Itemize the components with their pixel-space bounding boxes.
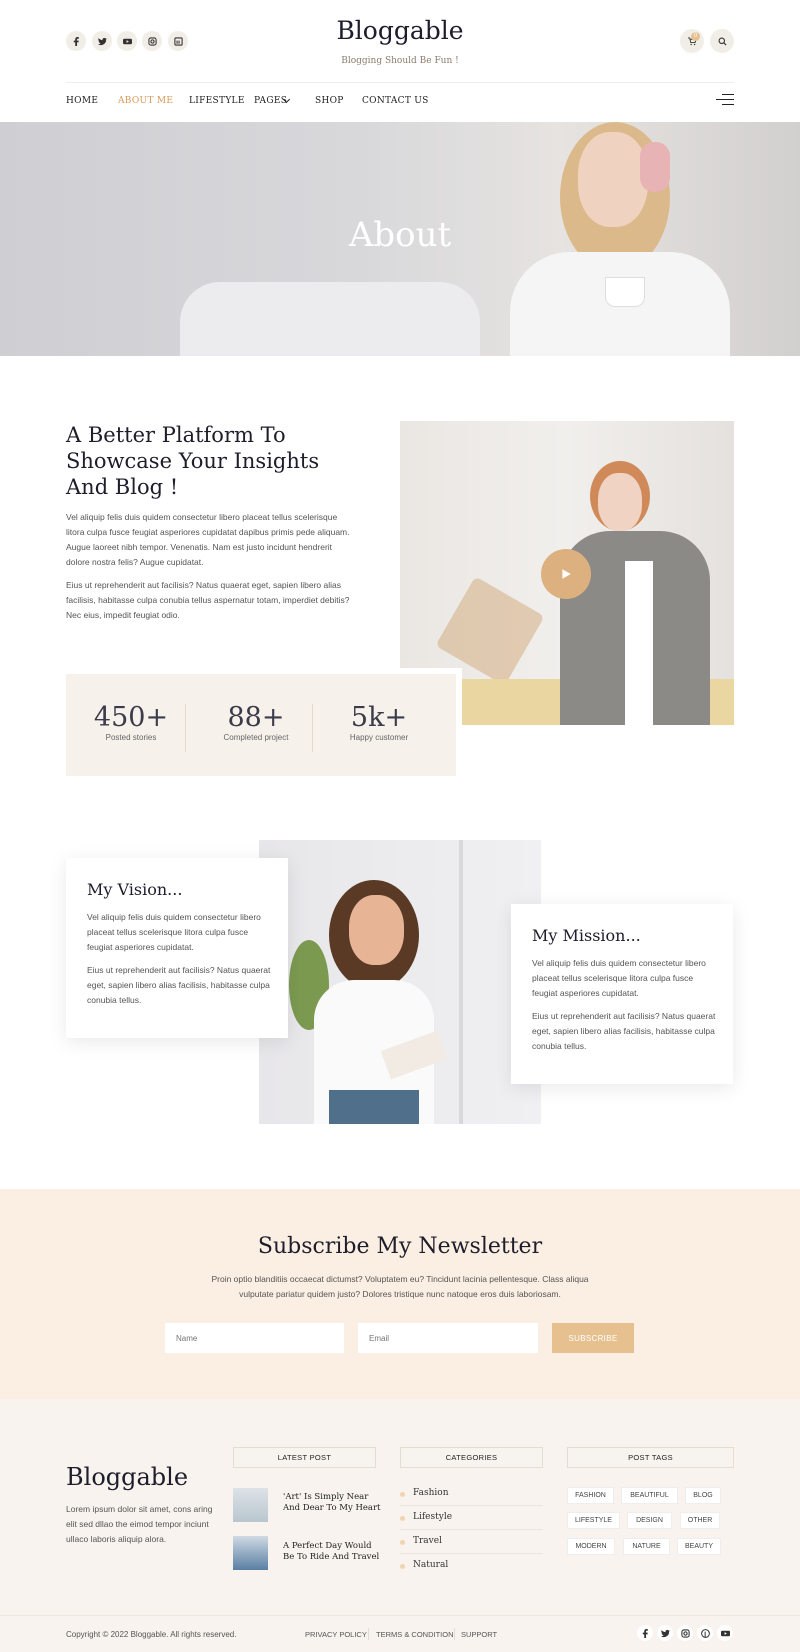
- vision-card: My Vision... Vel aliquip felis duis quid…: [66, 858, 288, 1038]
- footer-link-privacy[interactable]: PRIVACY POLICY: [305, 1630, 367, 1639]
- category-fashion[interactable]: Fashion: [413, 1488, 449, 1498]
- tag-modern[interactable]: MODERN: [567, 1538, 615, 1555]
- stat-happy-customer: 5k+ Happy customer: [324, 702, 434, 742]
- nav-contact-us[interactable]: CONTACT US: [362, 96, 429, 106]
- intro-heading: A Better Platform To Showcase Your Insig…: [66, 423, 320, 499]
- post-title[interactable]: A Perfect Day Would Be To Ride And Trave…: [283, 1541, 383, 1563]
- post-title[interactable]: 'Art' Is Simply Near And Dear To My Hear…: [283, 1492, 383, 1514]
- mission-paragraph-1: Vel aliquip felis duis quidem consectetu…: [532, 958, 706, 998]
- twitter-icon[interactable]: [657, 1625, 673, 1641]
- post-thumbnail[interactable]: [233, 1536, 268, 1570]
- category-divider: [400, 1505, 543, 1506]
- twitter-icon[interactable]: [92, 31, 112, 51]
- post-thumbnail[interactable]: [233, 1488, 268, 1522]
- newsletter-section: Subscribe My Newsletter Proin optio blan…: [0, 1189, 800, 1399]
- vision-title: My Vision...: [87, 880, 183, 899]
- nav-shop[interactable]: SHOP: [315, 96, 344, 106]
- play-icon: [562, 569, 571, 579]
- cart-count-badge: 0: [691, 32, 700, 41]
- youtube-icon[interactable]: [117, 31, 137, 51]
- footer-logo[interactable]: Bloggable: [66, 1463, 188, 1491]
- facebook-icon[interactable]: [637, 1625, 653, 1641]
- category-natural[interactable]: Natural: [413, 1560, 448, 1570]
- tag-design[interactable]: DESIGN: [627, 1512, 672, 1529]
- category-bullet: [400, 1564, 405, 1569]
- newsletter-text: Proin optio blanditiis occaecat dictumst…: [211, 1274, 589, 1299]
- play-button[interactable]: [541, 549, 591, 599]
- newsletter-name-input[interactable]: [165, 1323, 344, 1353]
- hero-banner: About: [0, 122, 800, 356]
- vision-photo: [259, 840, 541, 1124]
- intro-paragraph-2: Eius ut reprehenderit aut facilisis? Nat…: [66, 580, 350, 620]
- category-bullet: [400, 1492, 405, 1497]
- intro-paragraph-1: Vel aliquip felis duis quidem consectetu…: [66, 512, 350, 567]
- stat-number: 450+: [93, 702, 169, 733]
- stat-label: Happy customer: [349, 733, 409, 742]
- stat-number: 5k+: [350, 702, 408, 733]
- footer-link-separator: [368, 1628, 369, 1640]
- tag-blog[interactable]: BLOG: [685, 1487, 721, 1504]
- nav-home[interactable]: HOME: [66, 96, 98, 106]
- nav-about-me[interactable]: ABOUT ME: [118, 96, 173, 106]
- youtube-icon[interactable]: [717, 1625, 733, 1641]
- latest-post-heading: LATEST POST: [233, 1447, 376, 1468]
- mission-title: My Mission...: [532, 926, 641, 945]
- instagram-icon[interactable]: [677, 1625, 693, 1641]
- tag-beautiful[interactable]: BEAUTIFUL: [621, 1487, 678, 1504]
- stat-number: 88+: [227, 702, 285, 733]
- site-logo[interactable]: Bloggable: [300, 16, 500, 45]
- hero-pillow: [180, 282, 480, 356]
- vision-paragraph-2: Eius ut reprehenderit aut facilisis? Nat…: [87, 965, 271, 1005]
- footer-link-separator: [454, 1628, 455, 1640]
- footer-about: Lorem ipsum dolor sit amet, cons aring e…: [66, 1504, 213, 1544]
- tag-nature[interactable]: NATURE: [623, 1538, 670, 1555]
- tag-other[interactable]: OTHER: [680, 1512, 720, 1529]
- stats-panel: 450+ Posted stories 88+ Completed projec…: [66, 668, 462, 776]
- stat-divider: [312, 704, 313, 752]
- newsletter-email-input[interactable]: [358, 1323, 538, 1353]
- mission-paragraph-2: Eius ut reprehenderit aut facilisis? Nat…: [532, 1011, 716, 1051]
- facebook-icon[interactable]: [66, 31, 86, 51]
- header-divider: [66, 82, 734, 83]
- post-tags-heading: POST TAGS: [567, 1447, 734, 1468]
- tag-fashion[interactable]: FASHION: [567, 1487, 614, 1504]
- nav-lifestyle[interactable]: LIFESTYLE: [189, 96, 245, 106]
- subscribe-button[interactable]: SUBSCRIBE: [552, 1323, 634, 1353]
- instagram-icon[interactable]: [142, 31, 162, 51]
- stat-posted-stories: 450+ Posted stories: [76, 702, 186, 742]
- category-lifestyle[interactable]: Lifestyle: [413, 1512, 452, 1522]
- stat-label: Posted stories: [105, 733, 157, 742]
- tag-beauty[interactable]: BEAUTY: [677, 1538, 721, 1555]
- menu-toggle-icon[interactable]: [716, 94, 734, 106]
- category-bullet: [400, 1540, 405, 1545]
- site-tagline: Blogging Should Be Fun !: [341, 56, 459, 66]
- linkedin-icon[interactable]: [168, 31, 188, 51]
- stat-divider: [185, 704, 186, 752]
- newsletter-title: Subscribe My Newsletter: [257, 1234, 543, 1259]
- vision-paragraph-1: Vel aliquip felis duis quidem consectetu…: [87, 912, 261, 952]
- stat-completed-project: 88+ Completed project: [201, 702, 311, 742]
- pinterest-icon[interactable]: [697, 1625, 713, 1641]
- search-button[interactable]: [710, 29, 734, 53]
- categories-heading: CATEGORIES: [400, 1447, 543, 1468]
- category-bullet: [400, 1516, 405, 1521]
- category-divider: [400, 1529, 543, 1530]
- footer-link-terms[interactable]: TERMS & CONDITION: [376, 1630, 454, 1639]
- tag-lifestyle[interactable]: LIFESTYLE: [567, 1512, 620, 1529]
- search-icon: [718, 37, 727, 46]
- nav-pages[interactable]: PAGES: [254, 96, 287, 106]
- footer-bottom-divider: [0, 1615, 800, 1616]
- copyright-text: Copyright © 2022 Bloggable. All rights r…: [66, 1630, 237, 1639]
- stat-label: Completed project: [223, 733, 289, 742]
- category-divider: [400, 1553, 543, 1554]
- footer: Bloggable Lorem ipsum dolor sit amet, co…: [0, 1399, 800, 1652]
- mission-card: My Mission... Vel aliquip felis duis qui…: [511, 904, 733, 1084]
- category-travel[interactable]: Travel: [413, 1536, 442, 1546]
- hero-title: About: [348, 215, 452, 255]
- footer-link-support[interactable]: SUPPORT: [461, 1630, 497, 1639]
